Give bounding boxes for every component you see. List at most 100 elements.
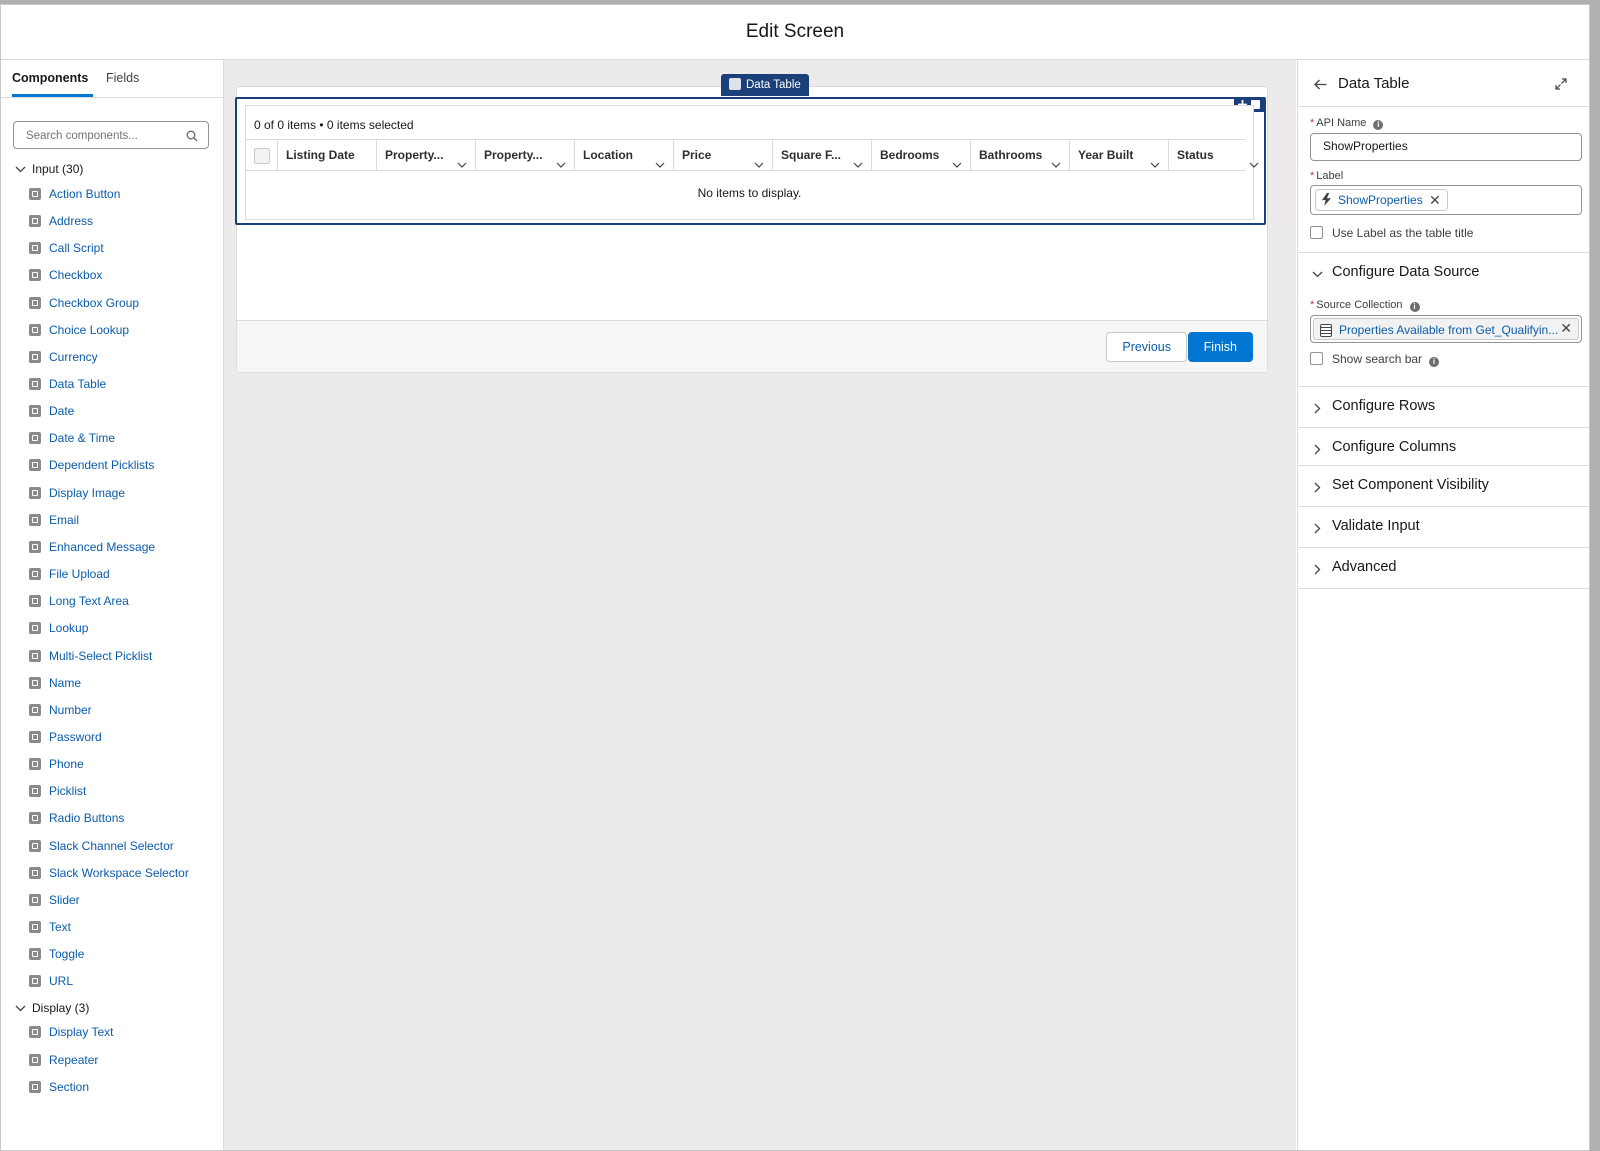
properties-title: Data Table [1338,75,1410,92]
column-header[interactable]: Location [574,140,673,170]
info-icon[interactable]: i [1373,120,1384,130]
api-name-input[interactable] [1321,138,1565,154]
component-icon [29,704,41,716]
back-arrow-icon[interactable] [1314,77,1327,95]
component-item[interactable]: Section [29,1076,89,1098]
chevron-down-icon [15,1001,32,1015]
chevron-down-icon[interactable] [655,151,665,181]
component-item[interactable]: Lookup [29,617,88,639]
chevron-down-icon[interactable] [1051,151,1061,181]
search-icon[interactable] [186,129,198,147]
component-item[interactable]: Dependent Picklists [29,454,154,476]
panel-tabs: Components Fields [1,60,223,98]
section-configure-data-source[interactable]: Configure Data Source * Source Collection… [1298,252,1589,375]
component-item[interactable]: Password [29,726,102,748]
chevron-down-icon[interactable] [1150,151,1160,181]
component-icon [29,677,41,689]
column-header[interactable]: Bathrooms [970,140,1069,170]
component-item[interactable]: Radio Buttons [29,807,124,829]
component-icon [29,1054,41,1066]
group-header[interactable]: Display (3) [15,998,89,1018]
column-header[interactable]: Price [673,140,772,170]
chevron-down-icon[interactable] [853,151,863,181]
component-item[interactable]: Picklist [29,780,86,802]
remove-pill-icon[interactable]: ✕ [1429,190,1441,210]
expand-icon[interactable] [1555,77,1567,95]
column-header-label: Bathrooms [979,148,1043,162]
selected-component-tag[interactable]: Data Table [721,74,809,96]
show-search-bar-checkbox[interactable] [1310,352,1323,365]
use-label-checkbox[interactable] [1310,226,1323,239]
finish-button[interactable]: Finish [1187,332,1253,362]
section-advanced[interactable]: Advanced [1298,547,1589,589]
component-item[interactable]: Address [29,210,93,232]
component-item[interactable]: Currency [29,346,98,368]
column-header-label: Status [1177,148,1214,162]
label-field[interactable]: ShowProperties ✕ [1310,185,1582,215]
source-collection-field[interactable]: Properties Available from Get_Qualifyin.… [1310,315,1582,343]
component-item[interactable]: Slider [29,889,80,911]
component-icon [29,731,41,743]
component-item[interactable]: Choice Lookup [29,319,129,341]
section-configure-columns[interactable]: Configure Columns [1298,427,1589,468]
chevron-down-icon[interactable] [556,151,566,181]
component-icon [29,351,41,363]
search-input[interactable] [24,123,188,149]
section-validate-input[interactable]: Validate Input [1298,506,1589,547]
column-header[interactable]: Bedrooms [871,140,970,170]
info-icon[interactable]: i [1409,302,1420,312]
component-item[interactable]: Multi-Select Picklist [29,645,152,667]
chevron-right-icon [1312,401,1323,419]
section-configure-rows[interactable]: Configure Rows [1298,386,1589,427]
column-header-label: Price [682,148,712,162]
previous-button[interactable]: Previous [1106,332,1187,362]
label-pill-text: ShowProperties [1338,193,1423,207]
column-header[interactable]: Property... [376,140,475,170]
component-item[interactable]: URL [29,970,73,992]
component-item[interactable]: Call Script [29,237,104,259]
data-table-component[interactable]: 0 of 0 items • 0 items selected Listing … [235,97,1266,225]
component-item[interactable]: Display Text [29,1021,113,1043]
chevron-down-icon[interactable] [1249,151,1259,181]
remove-source-icon[interactable]: ✕ [1560,320,1572,337]
column-header[interactable]: Property... [475,140,574,170]
component-item[interactable]: Number [29,699,92,721]
source-collection-pill[interactable]: Properties Available from Get_Qualifyin.… [1313,318,1579,340]
api-name-field[interactable] [1310,133,1582,161]
component-item[interactable]: Enhanced Message [29,536,155,558]
component-item[interactable]: Name [29,672,81,694]
component-item[interactable]: Email [29,509,79,531]
component-icon [29,894,41,906]
component-item[interactable]: Repeater [29,1049,98,1071]
column-header[interactable]: Square F... [772,140,871,170]
column-header[interactable]: Status [1168,140,1267,170]
component-item[interactable]: Slack Channel Selector [29,835,174,857]
chevron-down-icon[interactable] [754,151,764,181]
component-item[interactable]: Text [29,916,71,938]
component-item[interactable]: File Upload [29,563,110,585]
component-item[interactable]: Action Button [29,183,120,205]
component-item[interactable]: Date [29,400,74,422]
column-header-label: Year Built [1078,148,1134,162]
tab-fields[interactable]: Fields [106,60,139,97]
section-component-visibility[interactable]: Set Component Visibility [1298,465,1589,506]
component-item[interactable]: Slack Workspace Selector [29,862,189,884]
info-icon[interactable]: i [1429,357,1440,367]
component-item[interactable]: Checkbox [29,264,102,286]
component-item[interactable]: Toggle [29,943,84,965]
tab-components[interactable]: Components [12,60,93,97]
group-header[interactable]: Input (30) [15,159,83,179]
column-header[interactable]: Year Built [1069,140,1168,170]
component-item[interactable]: Phone [29,753,84,775]
component-item[interactable]: Checkbox Group [29,292,139,314]
column-header[interactable]: Listing Date [277,140,376,170]
component-label: Phone [49,757,84,771]
select-all-checkbox[interactable] [254,148,270,164]
component-item[interactable]: Display Image [29,482,125,504]
component-item[interactable]: Data Table [29,373,106,395]
chevron-down-icon[interactable] [457,151,467,181]
component-item[interactable]: Date & Time [29,427,115,449]
label-pill[interactable]: ShowProperties ✕ [1315,189,1448,211]
chevron-down-icon[interactable] [952,151,962,181]
component-item[interactable]: Long Text Area [29,590,129,612]
